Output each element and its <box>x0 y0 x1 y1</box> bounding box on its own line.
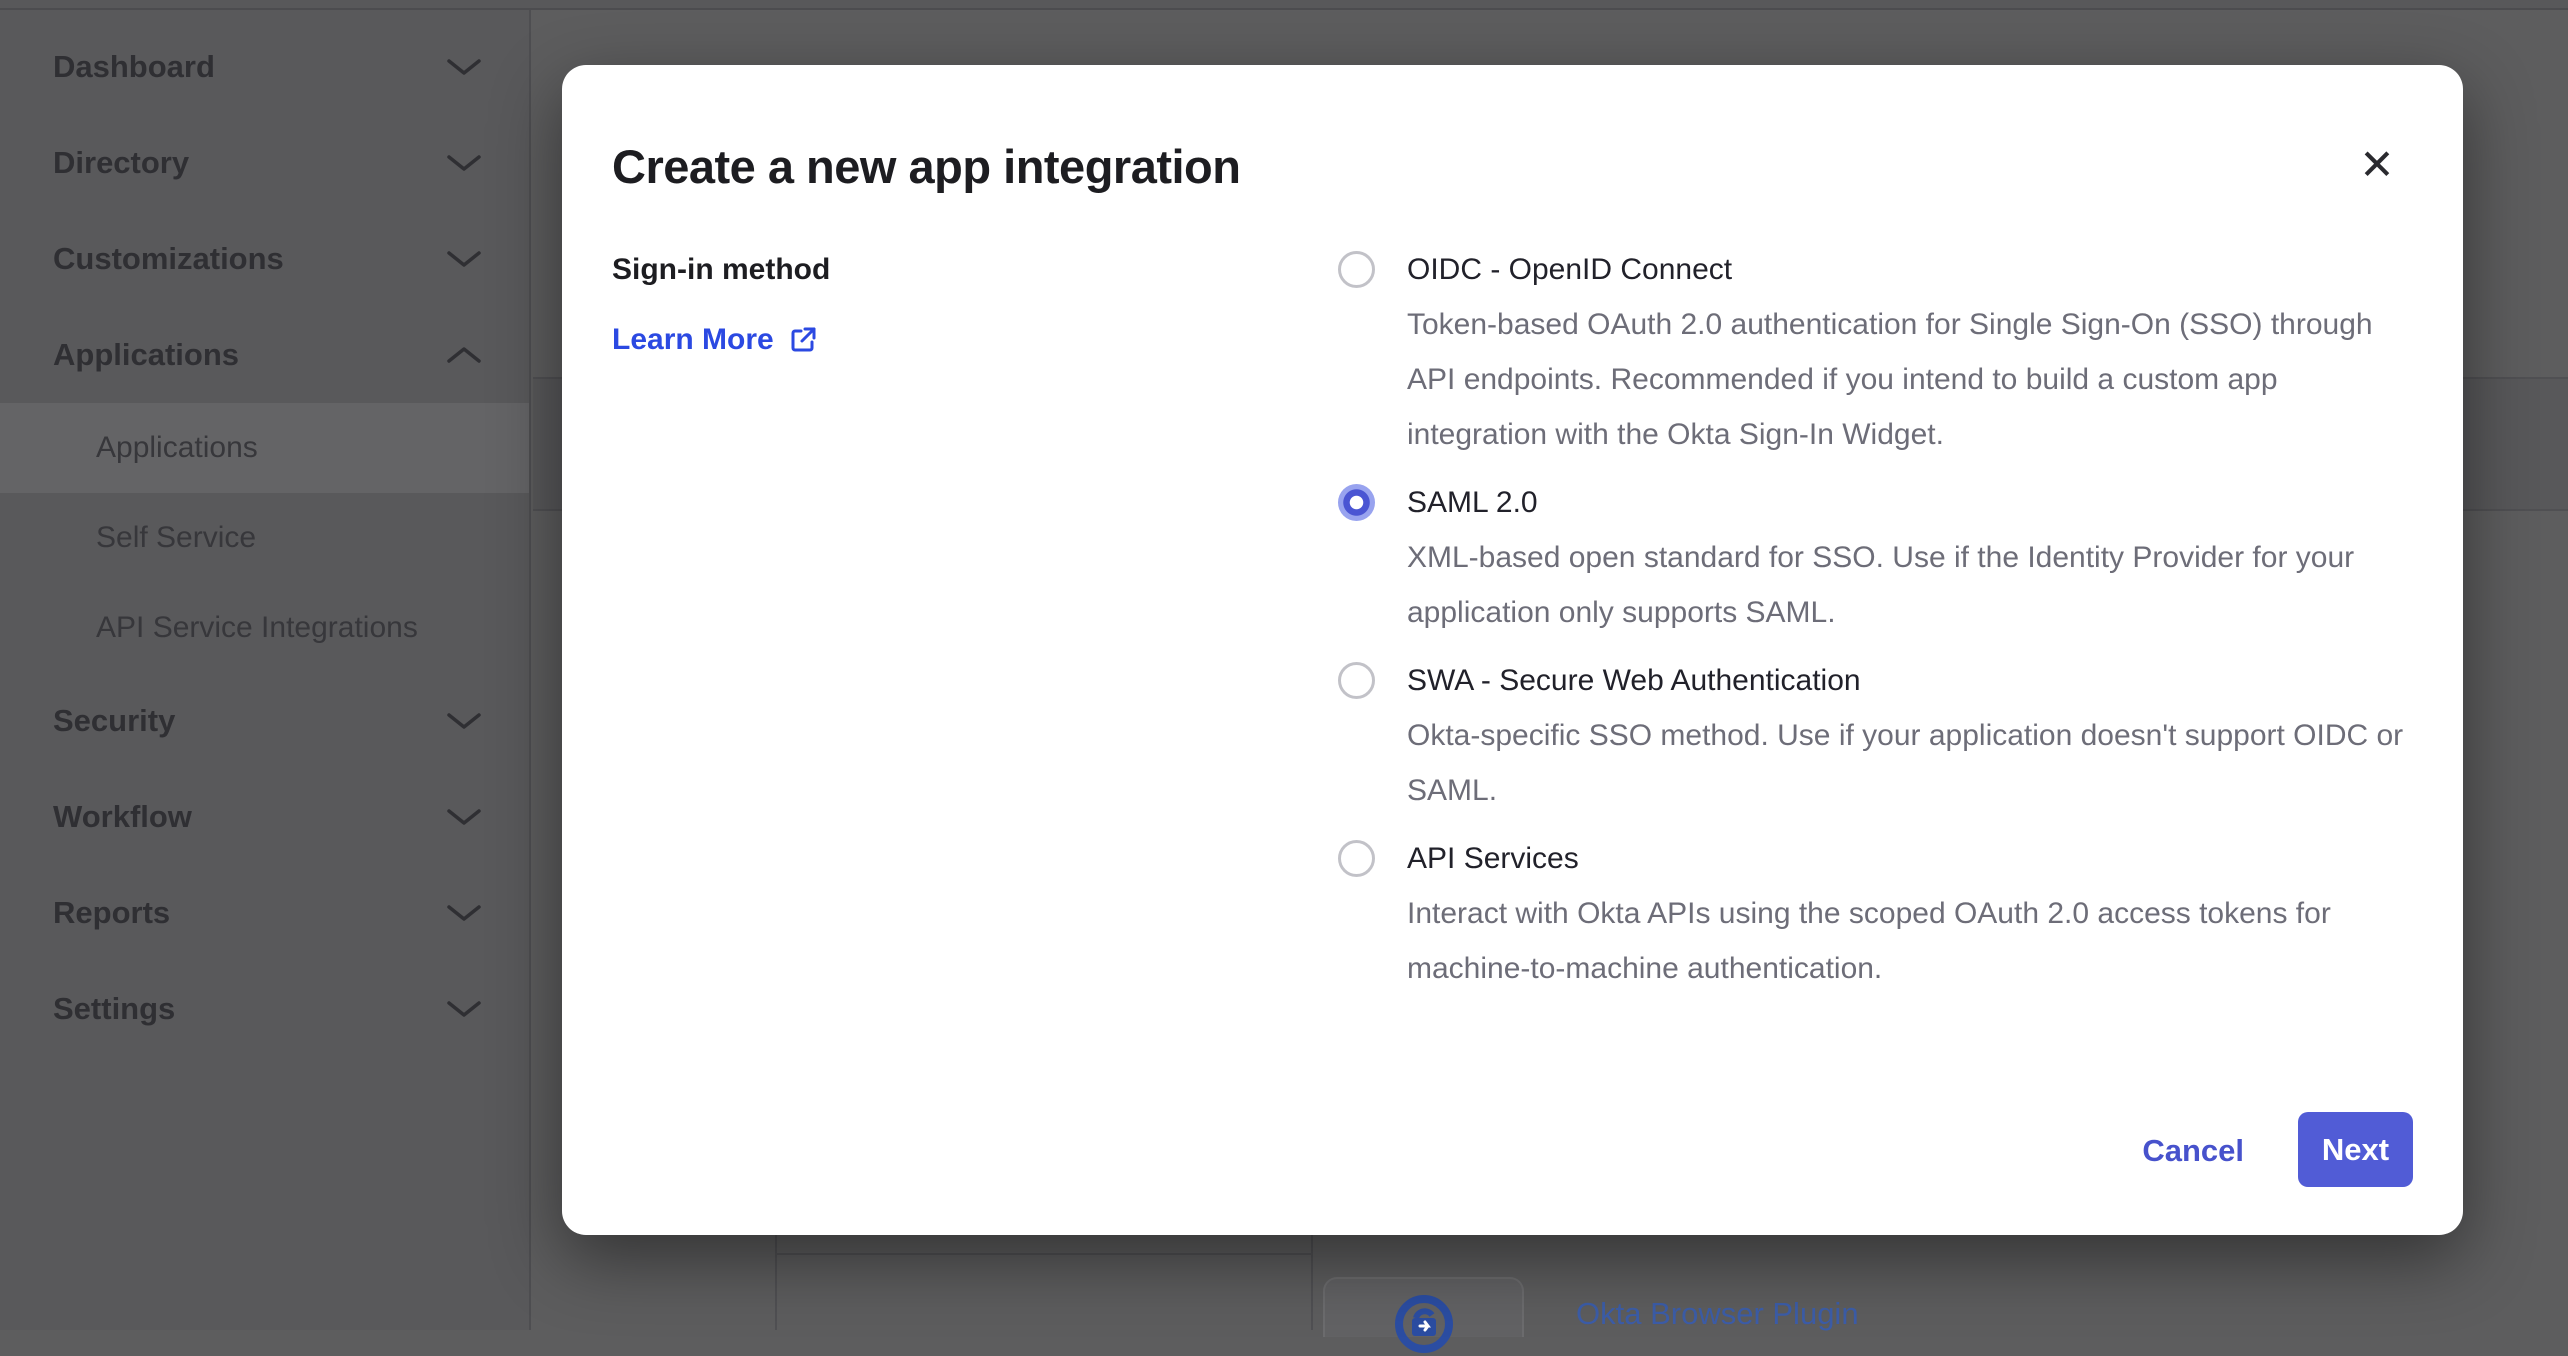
page: Dashboard Directory Customizations Appli… <box>0 0 2568 1330</box>
sidebar-item-settings[interactable]: Settings <box>0 961 529 1057</box>
sidebar-subitem-label: Applications <box>96 431 258 465</box>
sidebar-item-label: Applications <box>53 337 239 373</box>
content-panel-divider <box>1311 1235 1313 1330</box>
sidebar-item-directory[interactable]: Directory <box>0 115 529 211</box>
radio-saml[interactable] <box>1338 484 1375 521</box>
option-label: SAML 2.0 <box>1407 475 2413 530</box>
learn-more-link[interactable]: Learn More <box>612 312 818 367</box>
chevron-down-icon <box>447 807 481 827</box>
chevron-down-icon <box>447 999 481 1019</box>
create-app-integration-modal: ✕ Create a new app integration Sign-in m… <box>562 65 2463 1235</box>
sidebar-nav: Dashboard Directory Customizations Appli… <box>0 19 529 1057</box>
sidebar-subitem-api-service-integrations[interactable]: API Service Integrations <box>0 583 529 673</box>
modal-left-column: Sign-in method Learn More <box>612 242 1312 367</box>
option-description: Token-based OAuth 2.0 authentication for… <box>1407 297 2413 462</box>
option-oidc: OIDC - OpenID Connect Token-based OAuth … <box>1338 242 2413 462</box>
sidebar-item-label: Settings <box>53 991 175 1027</box>
option-label: SWA - Secure Web Authentication <box>1407 653 2413 708</box>
option-description: Okta-specific SSO method. Use if your ap… <box>1407 708 2413 818</box>
option-description: Interact with Okta APIs using the scoped… <box>1407 886 2413 996</box>
chevron-up-icon <box>447 345 481 365</box>
content-panel-border <box>777 1253 1311 1255</box>
radio-oidc[interactable] <box>1338 251 1375 288</box>
top-bar-strip <box>0 0 2568 8</box>
chevron-down-icon <box>447 153 481 173</box>
sidebar-item-label: Dashboard <box>53 49 215 85</box>
sign-in-method-label: Sign-in method <box>612 242 1312 297</box>
sidebar-item-label: Reports <box>53 895 170 931</box>
modal-title: Create a new app integration <box>612 139 1240 194</box>
sidebar-subitem-label: API Service Integrations <box>96 611 418 645</box>
sidebar-item-applications[interactable]: Applications <box>0 307 529 403</box>
sidebar: Dashboard Directory Customizations Appli… <box>0 10 531 1330</box>
chevron-down-icon <box>447 711 481 731</box>
option-api-services: API Services Interact with Okta APIs usi… <box>1338 831 2413 996</box>
option-swa: SWA - Secure Web Authentication Okta-spe… <box>1338 653 2413 818</box>
okta-browser-plugin-link[interactable]: Okta Browser Plugin <box>1576 1296 1859 1332</box>
external-link-icon <box>788 325 818 355</box>
sidebar-item-label: Security <box>53 703 175 739</box>
learn-more-label: Learn More <box>612 312 774 367</box>
chevron-down-icon <box>447 903 481 923</box>
sidebar-item-reports[interactable]: Reports <box>0 865 529 961</box>
option-label: OIDC - OpenID Connect <box>1407 242 2413 297</box>
okta-plugin-icon <box>1392 1292 1456 1356</box>
radio-swa[interactable] <box>1338 662 1375 699</box>
close-icon[interactable]: ✕ <box>2349 137 2405 193</box>
option-description: XML-based open standard for SSO. Use if … <box>1407 530 2413 640</box>
content-panel-divider <box>775 1235 777 1330</box>
sidebar-item-security[interactable]: Security <box>0 673 529 769</box>
sidebar-item-workflow[interactable]: Workflow <box>0 769 529 865</box>
radio-api-services[interactable] <box>1338 840 1375 877</box>
sidebar-subitem-self-service[interactable]: Self Service <box>0 493 529 583</box>
option-label: API Services <box>1407 831 2413 886</box>
sidebar-subitem-label: Self Service <box>96 521 256 555</box>
sidebar-item-label: Customizations <box>53 241 284 277</box>
sign-in-method-options: OIDC - OpenID Connect Token-based OAuth … <box>1338 242 2413 1009</box>
sidebar-item-label: Directory <box>53 145 189 181</box>
cancel-button[interactable]: Cancel <box>2136 1132 2250 1170</box>
sidebar-subitem-applications[interactable]: Applications <box>0 403 529 493</box>
sidebar-item-label: Workflow <box>53 799 192 835</box>
option-saml: SAML 2.0 XML-based open standard for SSO… <box>1338 475 2413 640</box>
next-button[interactable]: Next <box>2298 1112 2413 1187</box>
chevron-down-icon <box>447 249 481 269</box>
sidebar-item-customizations[interactable]: Customizations <box>0 211 529 307</box>
chevron-down-icon <box>447 57 481 77</box>
sidebar-item-dashboard[interactable]: Dashboard <box>0 19 529 115</box>
